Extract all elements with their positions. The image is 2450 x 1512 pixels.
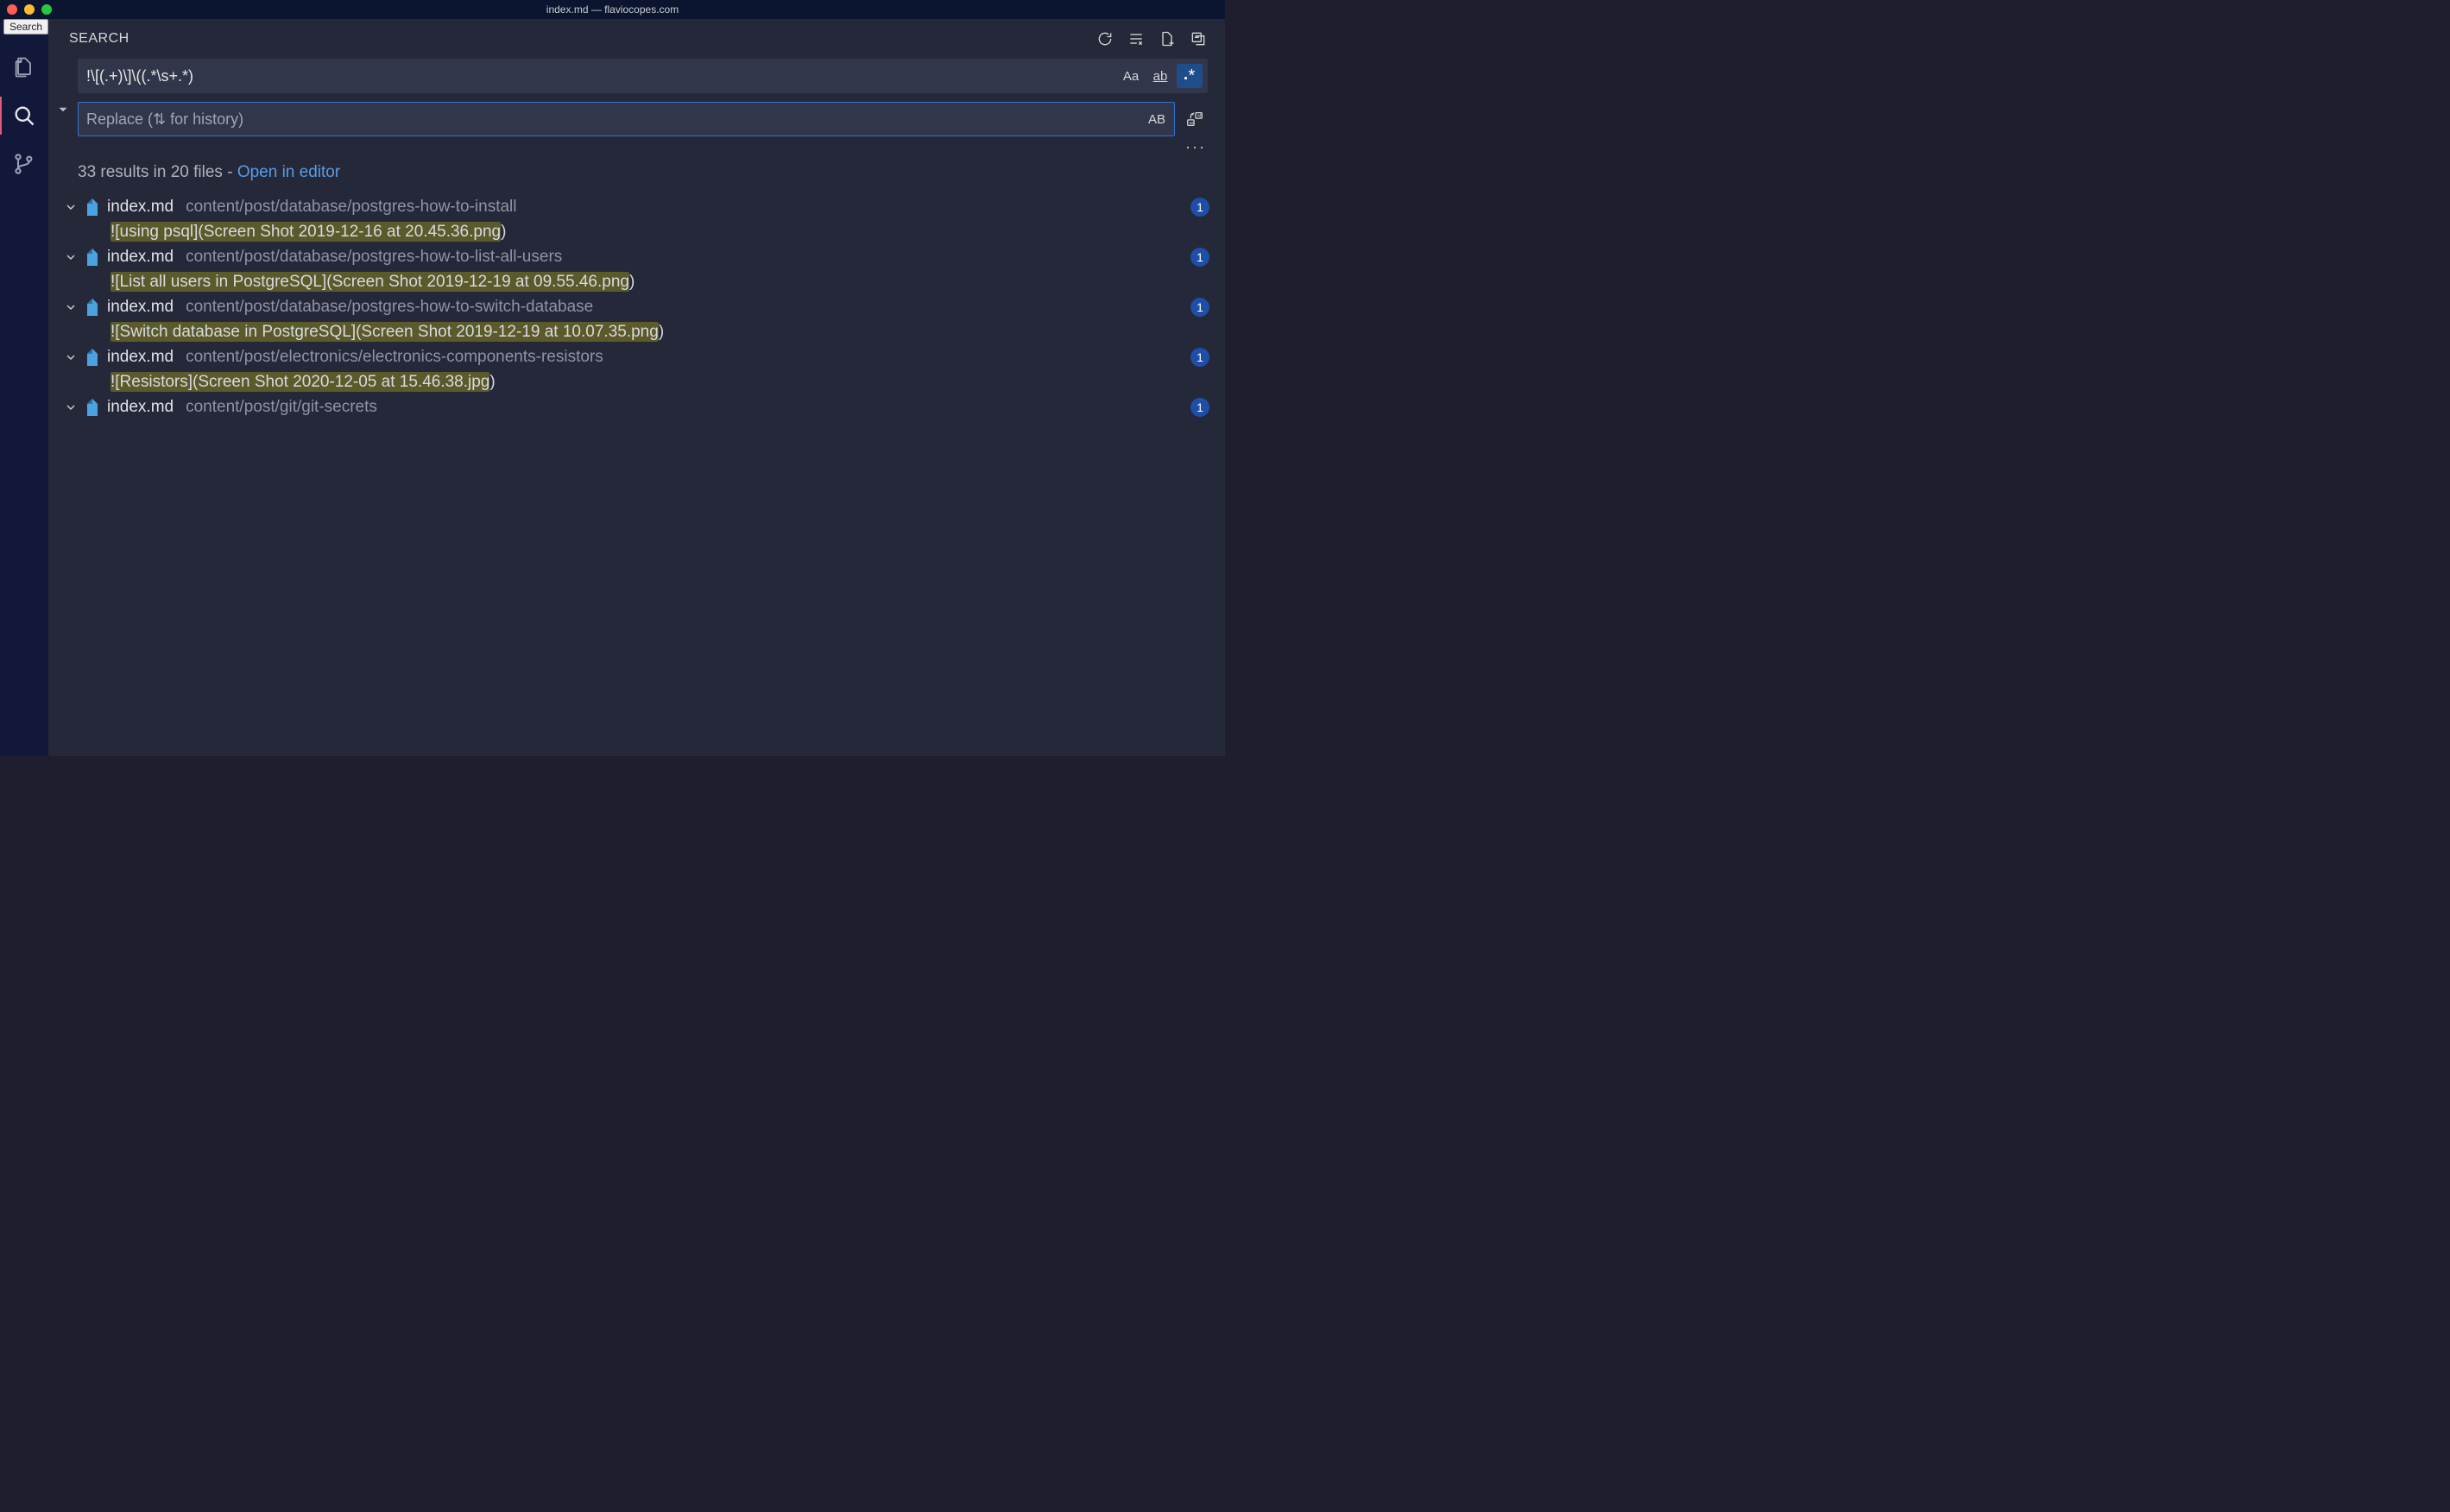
markdown-file-icon: [85, 348, 100, 367]
result-count-badge: 1: [1190, 348, 1209, 367]
replace-all-button[interactable]: ac ab: [1182, 106, 1208, 132]
svg-text:ac: ac: [1190, 121, 1195, 126]
panel-title: SEARCH: [69, 31, 129, 47]
result-file-name: index.md: [107, 348, 174, 367]
result-match-line[interactable]: ![Switch database in PostgreSQL](Screen …: [57, 320, 1225, 344]
chevron-down-icon: [64, 350, 78, 364]
preserve-case-button[interactable]: AB: [1144, 107, 1170, 131]
result-file-group: index.md content/post/electronics/electro…: [57, 344, 1225, 394]
result-count-badge: 1: [1190, 298, 1209, 317]
result-file-name: index.md: [107, 198, 174, 217]
chevron-down-icon: [64, 250, 78, 264]
result-match-line[interactable]: ![Resistors](Screen Shot 2020-12-05 at 1…: [57, 370, 1225, 394]
search-input[interactable]: [86, 67, 1118, 85]
result-file-group: index.md content/post/database/postgres-h…: [57, 244, 1225, 294]
panel-header: SEARCH: [48, 29, 1225, 59]
result-file-path: content/post/git/git-secrets: [186, 398, 377, 417]
result-match-line[interactable]: ![List all users in PostgreSQL](Screen S…: [57, 270, 1225, 294]
toggle-replace-button[interactable]: [54, 59, 73, 136]
markdown-file-icon: [85, 298, 100, 317]
match-case-button[interactable]: Aa: [1118, 64, 1144, 88]
new-search-editor-button[interactable]: [1158, 29, 1177, 48]
clear-results-button[interactable]: [1127, 29, 1146, 48]
result-file-header[interactable]: index.md content/post/database/postgres-h…: [57, 194, 1225, 220]
result-file-group: index.md content/post/database/postgres-h…: [57, 194, 1225, 244]
close-window-button[interactable]: [7, 4, 17, 15]
search-tooltip: Search: [3, 19, 48, 35]
markdown-file-icon: [85, 198, 100, 217]
result-count-badge: 1: [1190, 248, 1209, 267]
collapse-all-button[interactable]: [1189, 29, 1208, 48]
chevron-down-icon: [64, 300, 78, 314]
minimize-window-button[interactable]: [24, 4, 35, 15]
search-panel: SEARCH: [48, 19, 1225, 756]
search-icon: [12, 104, 36, 128]
replace-input[interactable]: [86, 110, 1144, 129]
markdown-file-icon: [85, 248, 100, 267]
maximize-window-button[interactable]: [41, 4, 52, 15]
svg-text:ab: ab: [1197, 114, 1203, 119]
traffic-lights: [7, 4, 52, 15]
result-file-name: index.md: [107, 248, 174, 267]
result-file-header[interactable]: index.md content/post/git/git-secrets 1: [57, 394, 1225, 420]
search-field[interactable]: Aa ab ▪*: [78, 59, 1208, 93]
clear-icon: [1127, 30, 1145, 47]
window-title: index.md — flaviocopes.com: [546, 3, 679, 16]
results-list: index.md content/post/database/postgres-h…: [48, 194, 1225, 756]
explorer-activity[interactable]: [0, 43, 48, 91]
refresh-icon: [1096, 30, 1114, 47]
chevron-down-icon: [64, 400, 78, 414]
collapse-icon: [1190, 30, 1207, 47]
source-control-activity[interactable]: [0, 140, 48, 188]
search-activity[interactable]: [0, 91, 48, 140]
files-icon: [12, 55, 36, 79]
result-file-header[interactable]: index.md content/post/database/postgres-h…: [57, 244, 1225, 270]
refresh-button[interactable]: [1096, 29, 1114, 48]
result-file-header[interactable]: index.md content/post/database/postgres-h…: [57, 294, 1225, 320]
result-file-header[interactable]: index.md content/post/electronics/electro…: [57, 344, 1225, 370]
result-file-path: content/post/database/postgres-how-to-sw…: [186, 298, 593, 317]
result-file-group: index.md content/post/database/postgres-h…: [57, 294, 1225, 344]
result-match-line[interactable]: ![using psql](Screen Shot 2019-12-16 at …: [57, 220, 1225, 244]
result-file-path: content/post/database/postgres-how-to-li…: [186, 248, 562, 267]
result-file-path: content/post/electronics/electronics-com…: [186, 348, 603, 367]
replace-all-icon: ac ab: [1185, 110, 1204, 129]
result-file-name: index.md: [107, 298, 174, 317]
result-file-path: content/post/database/postgres-how-to-in…: [186, 198, 516, 217]
use-regex-button[interactable]: ▪*: [1177, 64, 1203, 88]
git-branch-icon: [12, 152, 36, 176]
open-in-editor-link[interactable]: Open in editor: [237, 163, 340, 181]
panel-actions: [1096, 29, 1208, 48]
title-bar: index.md — flaviocopes.com Search: [0, 0, 1225, 19]
result-count-badge: 1: [1190, 198, 1209, 217]
markdown-file-icon: [85, 398, 100, 417]
result-count-badge: 1: [1190, 398, 1209, 417]
toggle-search-details-button[interactable]: ···: [1185, 138, 1206, 156]
match-whole-word-button[interactable]: ab: [1147, 64, 1173, 88]
new-file-icon: [1159, 30, 1176, 47]
result-file-group: index.md content/post/git/git-secrets 1: [57, 394, 1225, 420]
activity-bar: [0, 19, 48, 756]
result-file-name: index.md: [107, 398, 174, 417]
chevron-down-icon: [55, 102, 71, 117]
replace-field[interactable]: AB: [78, 102, 1175, 136]
chevron-down-icon: [64, 200, 78, 214]
results-summary: 33 results in 20 files - Open in editor: [48, 158, 1225, 194]
